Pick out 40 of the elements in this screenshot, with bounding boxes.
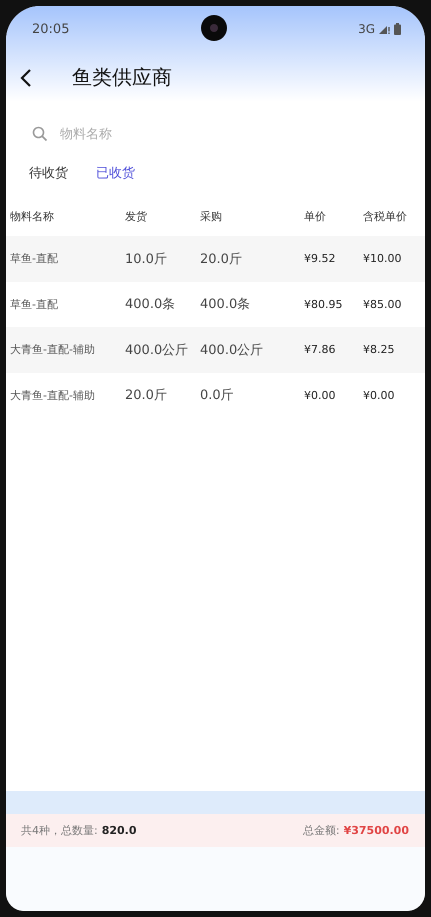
status-time: 20:05 (32, 22, 70, 36)
table-cell: ¥85.00 (363, 298, 402, 311)
table-cell-text: 大青鱼-直配-辅助 (9, 388, 96, 403)
total-label: 总金额: (302, 823, 340, 838)
column-header: 单价 (304, 209, 327, 224)
table-cell-text: 400.0条 (125, 296, 176, 314)
table-cell-text: 400.0条 (200, 296, 252, 314)
table-cell-text: ¥7.86 (304, 343, 336, 356)
table-cell-text: ¥80.95 (304, 298, 344, 311)
column-header: 含税单价 (363, 209, 407, 224)
column-header: 发货 (125, 209, 148, 224)
page-title: 鱼类供应商 (72, 64, 172, 91)
network-label: 3G (358, 22, 375, 36)
table-cell-text: 400.0公斤 (125, 342, 190, 359)
battery-icon (394, 23, 401, 35)
total-value: ¥37500.00 (344, 824, 409, 837)
table-cell: ¥10.00 (363, 252, 402, 266)
table-cell-text: 大青鱼-直配-辅助 (9, 342, 96, 358)
table-cell-text: 0.0斤 (200, 387, 235, 404)
search-field[interactable]: 物料名称 (58, 126, 262, 142)
search-icon (32, 126, 48, 142)
column-header: 采购 (200, 209, 223, 224)
table-cell-text: 10.0斤 (125, 250, 168, 268)
table-cell-text: 400.0公斤 (200, 342, 264, 359)
count-label: 共4种，总数量: (21, 823, 98, 838)
tab[interactable]: 已收货 (96, 164, 135, 182)
table-cell-text: 20.0斤 (200, 250, 243, 268)
signal-icon (379, 24, 390, 34)
back-icon (20, 68, 32, 88)
camera-icon (201, 15, 227, 41)
table-cell-text: ¥9.52 (304, 252, 336, 266)
table-cell: ¥0.00 (363, 388, 394, 402)
table-cell-text: 草鱼-直配 (9, 251, 59, 266)
table-cell-text: 20.0斤 (125, 387, 168, 404)
table-cell-text: 草鱼-直配 (9, 296, 59, 312)
table-cell: ¥8.25 (363, 343, 394, 356)
tab[interactable]: 待收货 (29, 164, 68, 182)
table-cell-text: ¥0.00 (304, 388, 336, 402)
count-value: 820.0 (102, 824, 137, 837)
column-header: 物料名称 (9, 209, 55, 224)
